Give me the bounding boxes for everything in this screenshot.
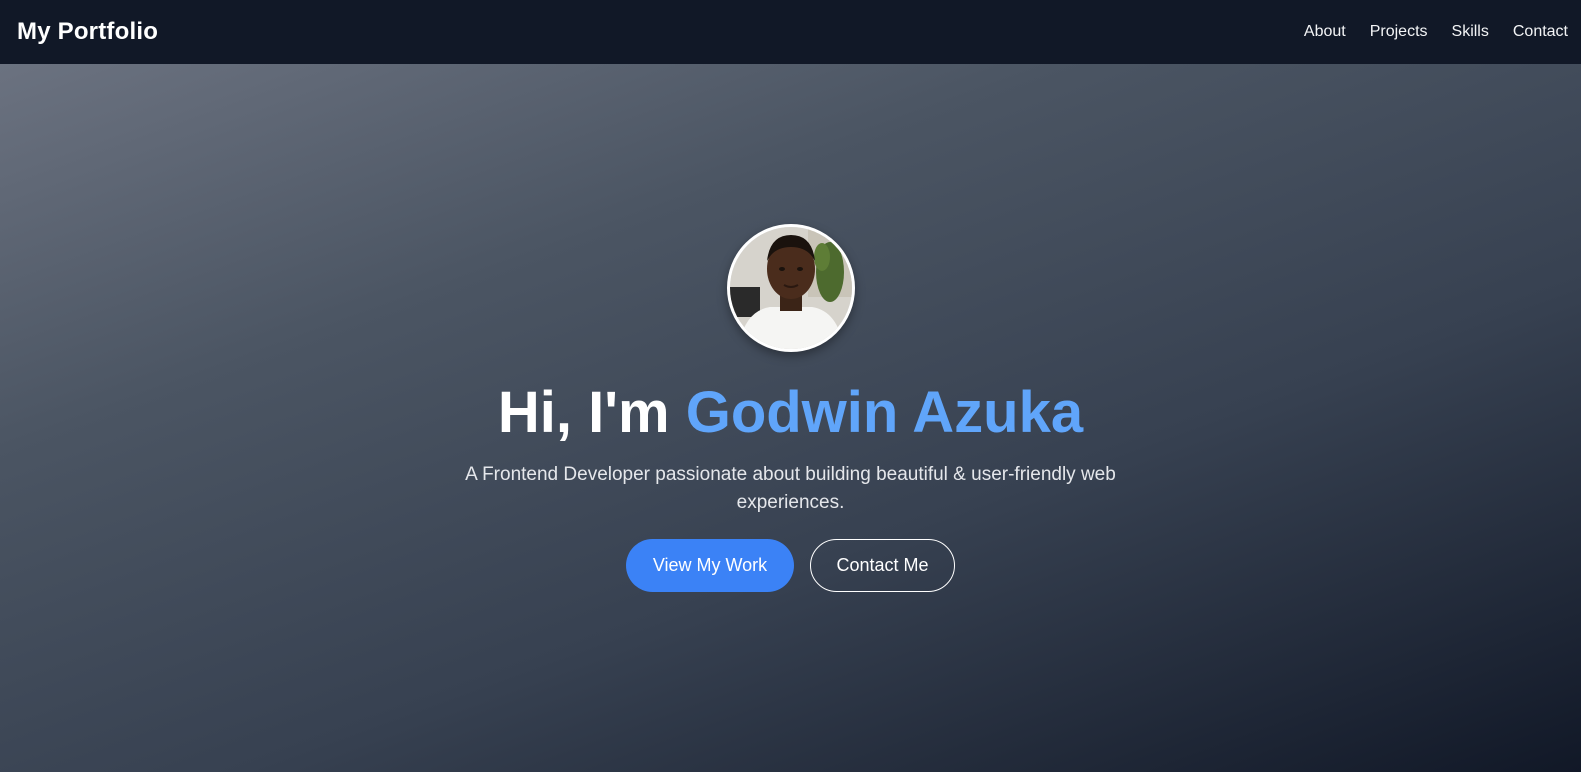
- profile-avatar: [726, 224, 855, 352]
- nav-links: About Projects Skills Contact: [1304, 23, 1568, 41]
- brand-logo[interactable]: My Portfolio: [17, 18, 158, 46]
- nav-link-skills[interactable]: Skills: [1452, 23, 1489, 41]
- nav-link-about[interactable]: About: [1304, 23, 1346, 41]
- profile-photo: [729, 227, 852, 349]
- hero-headline: Hi, I'm Godwin Azuka: [498, 380, 1083, 447]
- hero-name: Godwin Azuka: [685, 380, 1084, 445]
- nav-link-contact[interactable]: Contact: [1513, 23, 1568, 41]
- nav-link-projects[interactable]: Projects: [1370, 23, 1428, 41]
- hero-section: Hi, I'm Godwin Azuka A Frontend Develope…: [0, 64, 1581, 772]
- hero-tagline: A Frontend Developer passionate about bu…: [465, 463, 1116, 513]
- navbar: My Portfolio About Projects Skills Conta…: [0, 0, 1581, 64]
- view-my-work-button[interactable]: View My Work: [626, 538, 794, 592]
- cta-buttons: View My Work Contact Me: [626, 538, 955, 592]
- hero-greeting: Hi, I'm: [497, 380, 686, 445]
- contact-me-button[interactable]: Contact Me: [810, 538, 955, 592]
